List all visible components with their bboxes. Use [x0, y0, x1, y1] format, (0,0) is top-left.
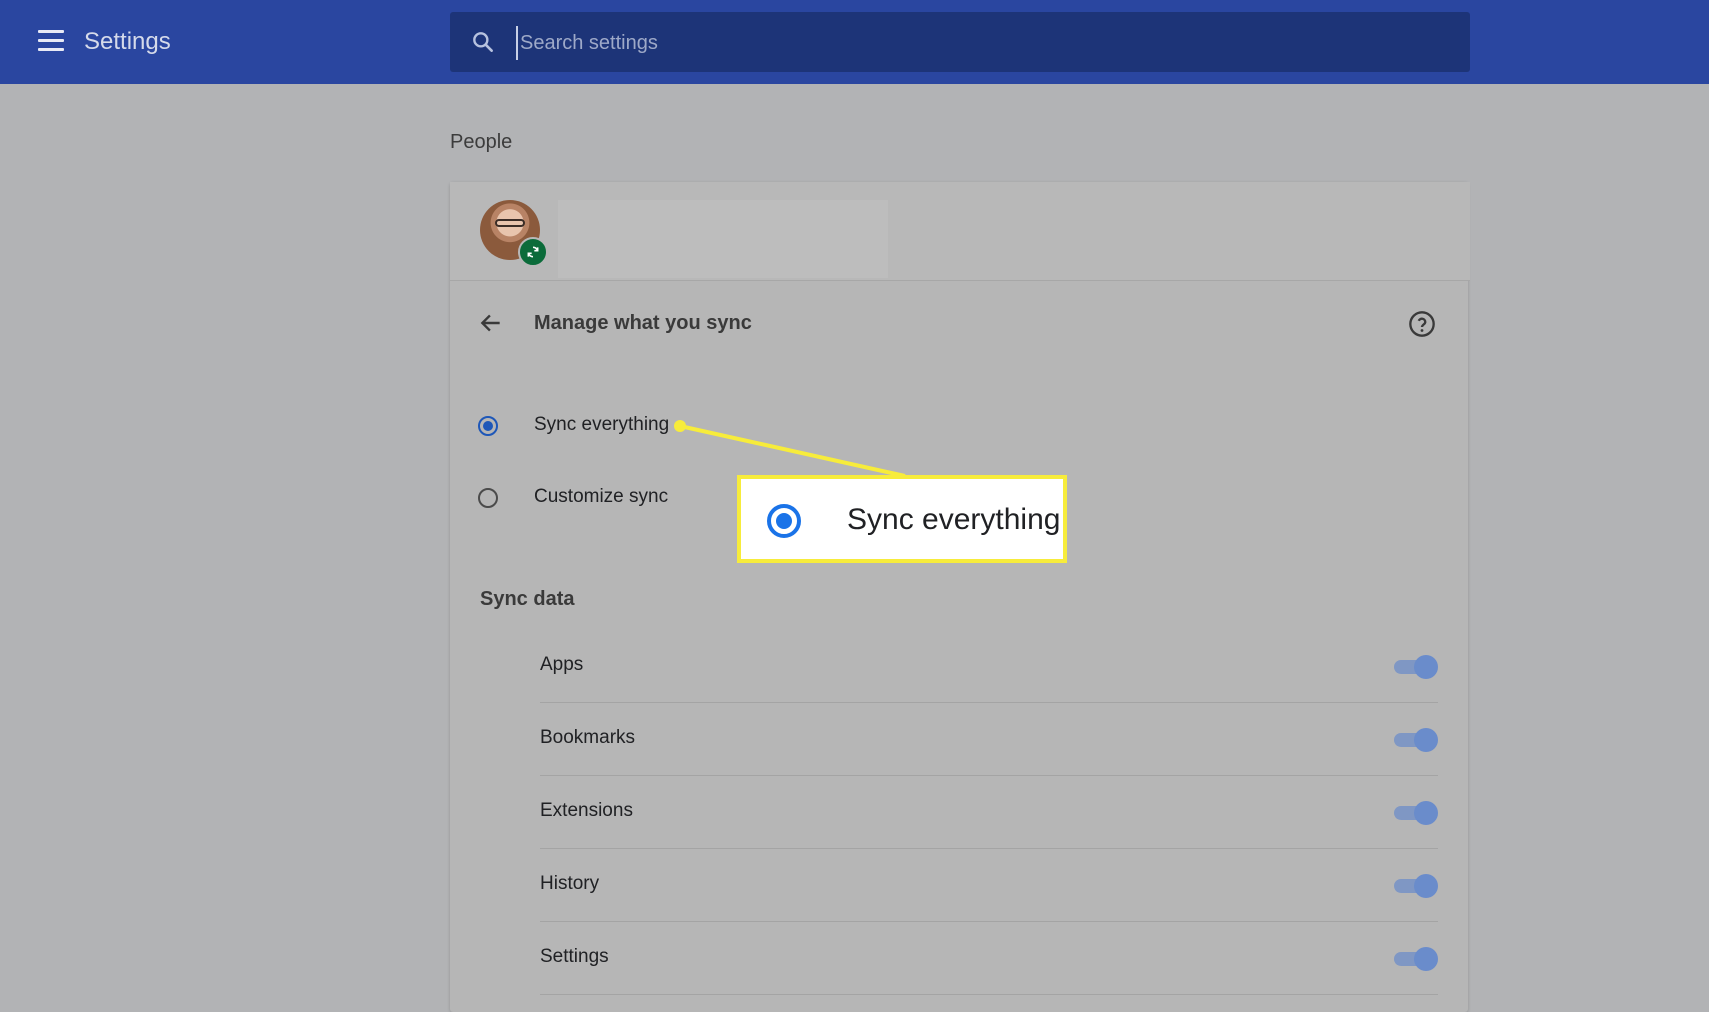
- radio-button-checked[interactable]: [478, 416, 498, 436]
- sync-item-apps: Apps: [540, 630, 1438, 703]
- sync-item-settings: Settings: [540, 922, 1438, 995]
- radio-label-sync-everything: Sync everything: [534, 414, 670, 435]
- profile-row[interactable]: [450, 182, 1470, 281]
- sync-item-extensions: Extensions: [540, 776, 1438, 849]
- callout-radio-icon: [767, 504, 801, 538]
- callout-label: Sync everything: [847, 503, 1061, 536]
- menu-icon[interactable]: [38, 30, 64, 54]
- top-app-bar: Settings: [0, 0, 1709, 84]
- subpage-header: Manage what you sync: [450, 280, 1470, 370]
- search-input[interactable]: [516, 26, 1422, 60]
- help-icon[interactable]: [1408, 310, 1436, 338]
- toggle-bookmarks[interactable]: [1392, 727, 1438, 752]
- radio-sync-everything[interactable]: Sync everything: [478, 408, 1078, 448]
- toggle-settings[interactable]: [1392, 946, 1438, 971]
- subpage-title: Manage what you sync: [534, 312, 752, 334]
- radio-button-unchecked[interactable]: [478, 488, 498, 508]
- sync-item-label: History: [540, 873, 600, 894]
- callout-box: Sync everything: [737, 475, 1067, 563]
- search-box[interactable]: [450, 12, 1470, 72]
- profile-name-redacted: [558, 200, 888, 278]
- toggle-history[interactable]: [1392, 873, 1438, 898]
- sync-item-label: Extensions: [540, 800, 633, 821]
- sync-icon: [518, 237, 548, 267]
- sync-item-label: Apps: [540, 654, 584, 675]
- sync-item-history: History: [540, 849, 1438, 922]
- people-card: Manage what you sync Sync everything Cus…: [450, 182, 1470, 1012]
- sync-data-heading: Sync data: [480, 588, 575, 610]
- toggle-apps[interactable]: [1392, 654, 1438, 679]
- radio-label-customize-sync: Customize sync: [534, 486, 669, 507]
- app-title: Settings: [84, 28, 171, 55]
- sync-item-bookmarks: Bookmarks: [540, 703, 1438, 776]
- sync-item-label: Settings: [540, 946, 609, 967]
- toggle-extensions[interactable]: [1392, 800, 1438, 825]
- sync-item-label: Bookmarks: [540, 727, 636, 748]
- back-arrow-icon[interactable]: [478, 310, 504, 336]
- section-title-people: People: [450, 131, 513, 153]
- search-icon: [473, 32, 493, 52]
